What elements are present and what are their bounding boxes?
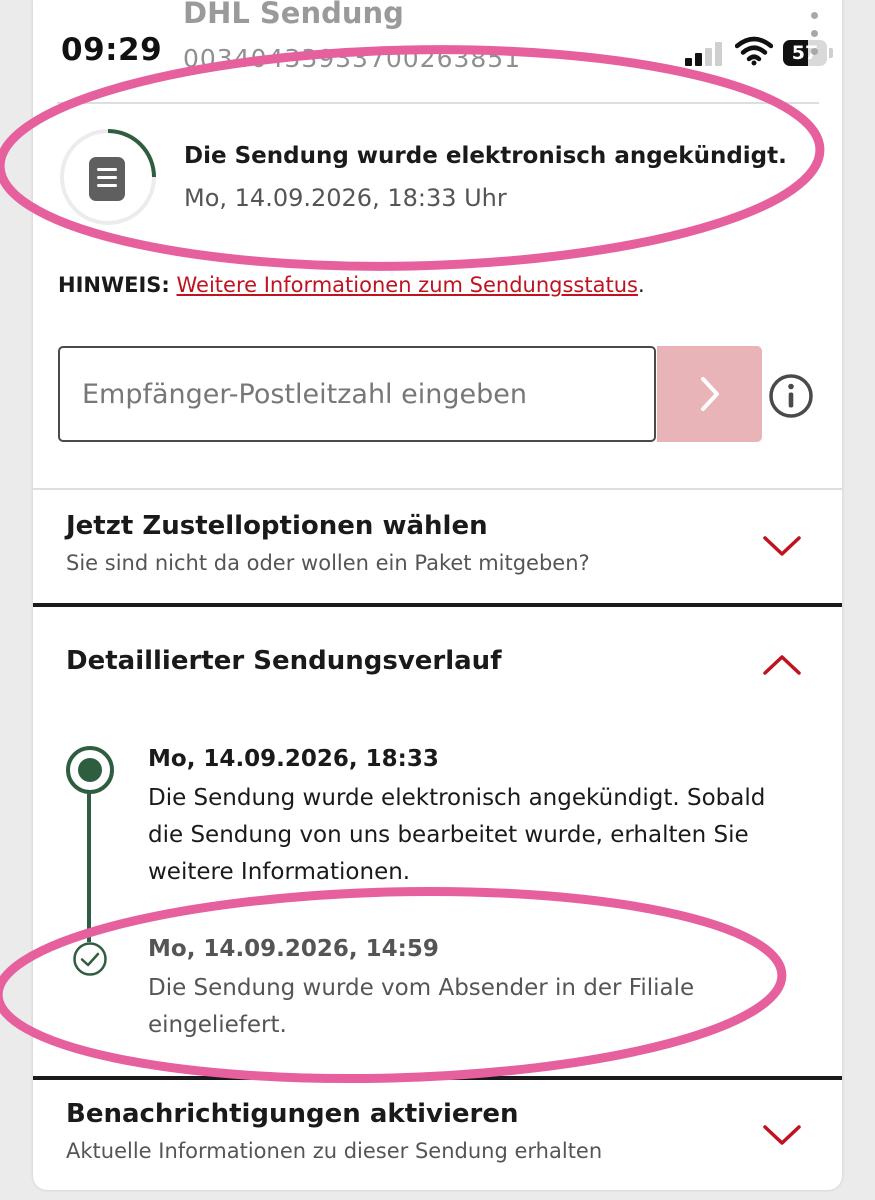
chevron-down-icon[interactable] — [762, 534, 802, 558]
chevron-up-icon[interactable] — [762, 653, 802, 677]
recipient-zip-input[interactable] — [58, 346, 656, 442]
timeline-line — [87, 788, 91, 942]
current-step-marker-icon — [66, 746, 114, 794]
delivery-options-subtitle: Sie sind nicht da oder wollen ein Paket … — [66, 551, 590, 575]
section-divider — [33, 1076, 842, 1080]
history-title[interactable]: Detaillierter Sendungsverlauf — [66, 646, 502, 676]
cellular-signal-icon — [685, 40, 727, 66]
notice-label: HINWEIS: — [58, 273, 170, 297]
page-title: DHL Sendung — [183, 0, 404, 30]
current-status-datetime: Mo, 14.09.2026, 18:33 Uhr — [184, 184, 507, 212]
wifi-icon — [735, 36, 773, 66]
header-divider — [57, 102, 819, 104]
delivery-options-title: Jetzt Zustelloptionen wählen — [66, 511, 488, 541]
event-text: Die Sendung wurde elektronisch angekündi… — [148, 785, 766, 885]
check-icon — [73, 942, 107, 976]
zip-submit-button[interactable] — [657, 346, 762, 442]
tracking-number: 00340433933700263851 — [183, 44, 522, 73]
event-date: Mo, 14.09.2026, 18:33 — [148, 746, 439, 772]
event-text: Die Sendung wurde vom Absender in der Fi… — [148, 975, 695, 1038]
form-divider — [33, 488, 842, 490]
chevron-right-icon — [701, 377, 719, 411]
notifications-subtitle: Aktuelle Informationen zu dieser Sendung… — [66, 1139, 603, 1163]
notice: HINWEIS: Weitere Informationen zum Sendu… — [58, 273, 645, 297]
status-info-link[interactable]: Weitere Informationen zum Sendungsstatus — [177, 273, 638, 297]
more-options-icon[interactable] — [807, 12, 821, 56]
current-status-message: Die Sendung wurde elektronisch angekündi… — [184, 143, 787, 169]
document-icon — [60, 129, 156, 225]
info-icon[interactable] — [768, 373, 814, 419]
event-date: Mo, 14.09.2026, 14:59 — [148, 936, 439, 962]
section-divider — [33, 603, 842, 607]
notice-suffix: . — [637, 273, 645, 297]
notifications-title: Benachrichtigungen aktivieren — [66, 1099, 519, 1129]
status-bar-time: 09:29 — [61, 32, 163, 68]
chevron-down-icon[interactable] — [762, 1123, 802, 1147]
shipment-card: 09:29 DHL Sendung 00340433933700263851 5… — [33, 0, 842, 1190]
